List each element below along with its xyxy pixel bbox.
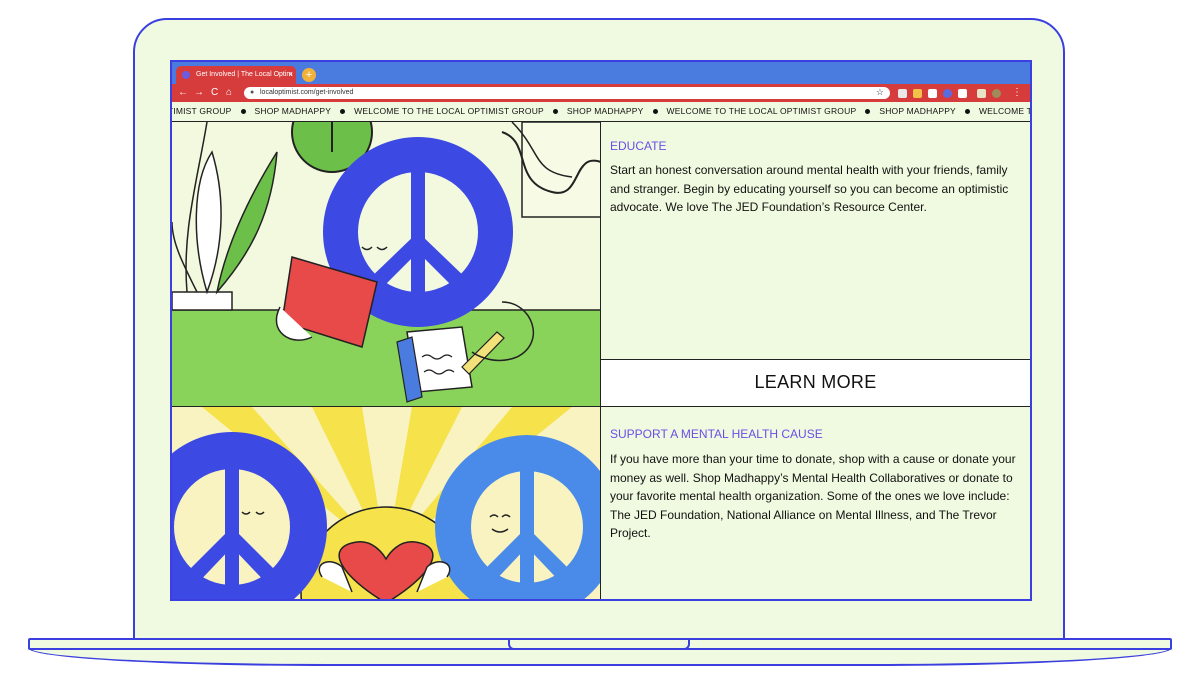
- url-field[interactable]: ● localoptimist.com/get-involved ☆: [244, 87, 890, 99]
- support-cause-heading: SUPPORT A MENTAL HEALTH CAUSE: [610, 427, 823, 441]
- close-tab-icon[interactable]: ×: [288, 66, 293, 84]
- extension-icon[interactable]: [898, 89, 907, 98]
- educate-section: EDUCATE Start an honest conversation aro…: [601, 122, 1030, 359]
- marquee-separator-dot: [865, 108, 871, 114]
- favicon-icon: [182, 71, 190, 79]
- educate-body: Start an honest conversation around ment…: [610, 163, 1009, 214]
- back-arrow-icon[interactable]: ←: [178, 84, 188, 102]
- marquee-item[interactable]: WELCOME TO THE LOCAL OPTIMIST GROUP: [667, 102, 857, 121]
- extension-icon[interactable]: [928, 89, 937, 98]
- profile-avatar[interactable]: [992, 89, 1001, 98]
- educate-illustration: [172, 122, 601, 407]
- extension-icon[interactable]: [913, 89, 922, 98]
- marquee-item[interactable]: SHOP MADHAPPY: [879, 102, 956, 121]
- browser-tab[interactable]: Get Involved | The Local Optim ×: [176, 66, 296, 84]
- marquee-item[interactable]: SHOP MADHAPPY: [567, 102, 644, 121]
- marquee-item[interactable]: PTIMIST GROUP: [172, 102, 232, 121]
- support-cause-section: SUPPORT A MENTAL HEALTH CAUSE If you hav…: [601, 407, 1030, 599]
- marquee-track: PTIMIST GROUP SHOP MADHAPPY WELCOME TO THE…: [172, 102, 1030, 121]
- reading-peace-sign-illustration: [172, 122, 600, 406]
- marquee-banner: PTIMIST GROUP SHOP MADHAPPY WELCOME TO THE…: [172, 102, 1030, 122]
- support-cause-illustration: [172, 407, 601, 599]
- new-tab-button[interactable]: +: [302, 68, 316, 82]
- url-text: localoptimist.com/get-involved: [260, 89, 354, 96]
- marquee-item[interactable]: WELCOME TO THE LOCAL OPTIMIST: [979, 102, 1030, 121]
- bookmark-star-icon[interactable]: ☆: [876, 86, 884, 98]
- learn-more-button[interactable]: LEARN MORE: [601, 359, 1030, 407]
- marquee-item[interactable]: SHOP MADHAPPY: [255, 102, 332, 121]
- address-bar: ← → C ⌂ ● localoptimist.com/get-involved…: [172, 84, 1030, 102]
- tab-bar: Get Involved | The Local Optim × +: [172, 62, 1030, 84]
- browser-menu-icon[interactable]: ⋮: [1012, 84, 1022, 102]
- lock-icon: ●: [250, 89, 255, 96]
- extension-icon[interactable]: [958, 89, 967, 98]
- educate-heading: EDUCATE: [610, 139, 667, 153]
- marquee-separator-dot: [652, 108, 658, 114]
- home-icon[interactable]: ⌂: [226, 84, 232, 102]
- sunrise-peace-signs-illustration: [172, 407, 600, 599]
- marquee-separator-dot: [552, 108, 558, 114]
- extension-icon[interactable]: [977, 89, 986, 98]
- browser-screen: Get Involved | The Local Optim × + ← → C…: [170, 60, 1032, 601]
- laptop-base-curve: [28, 648, 1172, 666]
- forward-arrow-icon[interactable]: →: [194, 84, 204, 102]
- support-cause-body: If you have more than your time to donat…: [610, 452, 1016, 540]
- laptop-notch: [508, 640, 690, 650]
- marquee-separator-dot: [964, 108, 970, 114]
- extension-icon[interactable]: [943, 89, 952, 98]
- reload-icon[interactable]: C: [211, 84, 218, 102]
- tab-title: Get Involved | The Local Optim: [196, 71, 293, 78]
- marquee-separator-dot: [240, 108, 246, 114]
- marquee-separator-dot: [340, 108, 346, 114]
- marquee-item[interactable]: WELCOME TO THE LOCAL OPTIMIST GROUP: [354, 102, 544, 121]
